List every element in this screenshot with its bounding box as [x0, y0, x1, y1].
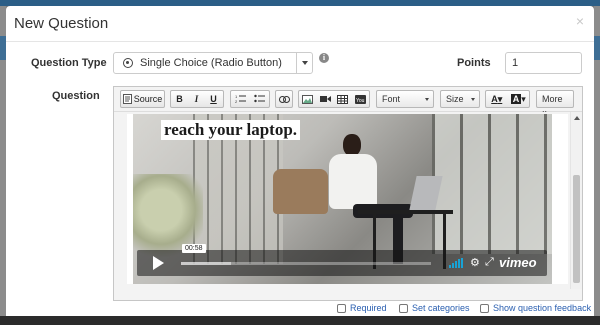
text-color-icon: A: [491, 94, 498, 104]
svg-text:2: 2: [235, 99, 238, 104]
text-style-group: B I U: [170, 90, 224, 108]
source-label: Source: [133, 94, 163, 104]
size-dropdown[interactable]: Size: [440, 90, 480, 108]
font-label: Font: [382, 94, 401, 104]
link-icon: [276, 91, 292, 107]
background-color-button[interactable]: A ▾: [508, 91, 530, 107]
chair-shape: [273, 169, 328, 214]
editor-content[interactable]: reach your laptop. 00:58 ⚙ ⤢ vimeo: [127, 114, 568, 284]
set-categories-checkbox[interactable]: [399, 303, 408, 313]
chevron-down-icon: [425, 98, 429, 101]
new-question-modal: New Question × Question Type Single Choi…: [6, 6, 594, 325]
embedded-video[interactable]: reach your laptop. 00:58 ⚙ ⤢ vimeo: [133, 114, 552, 284]
video-camera-icon[interactable]: [317, 91, 335, 107]
info-icon[interactable]: i: [319, 53, 329, 63]
more-button[interactable]: More ..: [536, 90, 574, 114]
volume-icon[interactable]: [449, 258, 463, 268]
set-categories-label[interactable]: Set categories: [412, 303, 470, 313]
show-feedback-checkbox[interactable]: [480, 303, 489, 313]
editor-scrollbar[interactable]: [570, 112, 582, 289]
question-type-value: Single Choice (Radio Button): [140, 57, 282, 69]
list-group: 12: [230, 90, 270, 108]
question-type-select[interactable]: Single Choice (Radio Button): [113, 52, 313, 74]
radio-button-icon: [123, 58, 133, 68]
fullscreen-icon[interactable]: ⤢: [485, 256, 494, 269]
table-icon[interactable]: [334, 91, 352, 107]
source-icon: [121, 91, 133, 107]
gear-icon[interactable]: ⚙: [470, 256, 480, 269]
background-accent-right: [594, 36, 600, 60]
modal-header: New Question ×: [6, 6, 594, 42]
play-icon[interactable]: [153, 256, 164, 270]
image-icon[interactable]: [299, 91, 317, 107]
show-feedback-label[interactable]: Show question feedback: [493, 303, 591, 313]
vimeo-logo[interactable]: vimeo: [499, 255, 537, 270]
scrollbar-thumb[interactable]: [573, 175, 580, 283]
text-color-button[interactable]: A ▾: [486, 91, 508, 107]
more-label: More ..: [542, 94, 563, 114]
person-body: [329, 154, 377, 209]
rich-text-editor: Source B I U 12 You Font Size A ▾ A ▾ Mo…: [113, 86, 583, 301]
bulleted-list-icon[interactable]: [250, 91, 269, 107]
modal-title: New Question: [14, 15, 109, 32]
media-group: You: [298, 90, 370, 108]
video-progress-fill: [181, 262, 231, 265]
bold-button[interactable]: B: [171, 91, 188, 107]
color-group: A ▾ A ▾: [485, 90, 530, 108]
required-checkbox[interactable]: [337, 303, 346, 313]
italic-button[interactable]: I: [188, 91, 205, 107]
video-controls: 00:58 ⚙ ⤢ vimeo: [137, 244, 547, 276]
points-label: Points: [457, 57, 491, 69]
youtube-icon[interactable]: You: [352, 91, 370, 107]
source-button[interactable]: Source: [120, 90, 165, 108]
editor-toolbar: Source B I U 12 You Font Size A ▾ A ▾ Mo…: [114, 87, 582, 114]
background-footer: [0, 316, 600, 325]
required-option[interactable]: Required: [337, 303, 387, 313]
chevron-down-icon: [471, 98, 475, 101]
font-dropdown[interactable]: Font: [376, 90, 434, 108]
background-color-icon: A: [510, 94, 522, 104]
chevron-down-icon[interactable]: [296, 53, 312, 73]
question-label: Question: [52, 90, 100, 102]
video-headline: reach your laptop.: [161, 120, 301, 140]
numbered-list-icon[interactable]: 12: [231, 91, 250, 107]
points-input[interactable]: [505, 52, 582, 74]
underline-button[interactable]: U: [205, 91, 222, 107]
set-categories-option[interactable]: Set categories: [399, 303, 470, 313]
question-type-label: Question Type: [31, 57, 107, 69]
video-progress-bar[interactable]: [181, 262, 431, 265]
person-head: [343, 134, 361, 156]
scroll-up-icon[interactable]: [574, 116, 580, 120]
close-icon[interactable]: ×: [576, 13, 584, 29]
link-button[interactable]: [275, 90, 293, 108]
window-backdrop: [432, 114, 552, 254]
video-timecode: 00:58: [182, 244, 206, 253]
required-label[interactable]: Required: [350, 303, 387, 313]
size-label: Size: [446, 94, 464, 104]
show-feedback-option[interactable]: Show question feedback: [480, 303, 591, 313]
svg-text:You: You: [356, 98, 365, 104]
